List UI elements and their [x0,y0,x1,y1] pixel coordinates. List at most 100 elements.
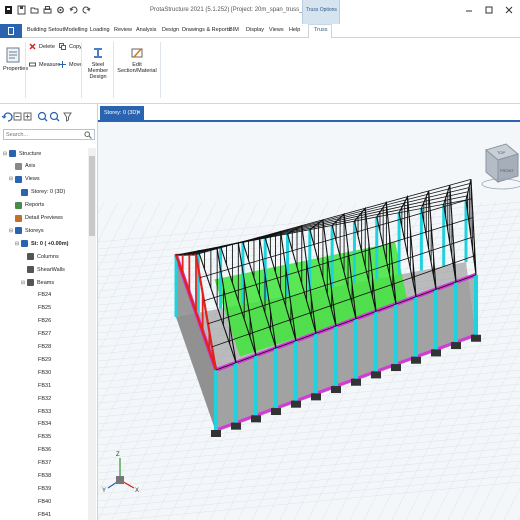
tree-item[interactable]: Columns [0,251,59,262]
close-icon[interactable] [504,5,514,15]
zoom-out-icon[interactable] [49,111,60,122]
columns-icon [27,253,34,261]
tab-views[interactable]: Views [269,27,284,33]
tree-item[interactable]: ⊟ Views [0,174,40,185]
tab-help[interactable]: Help [289,27,300,33]
tree-item[interactable]: FB33 [0,406,51,417]
open-icon[interactable] [30,5,39,15]
tree-scroll-thumb[interactable] [89,156,95,236]
print-icon[interactable] [43,5,52,15]
tab-bim[interactable]: BIM [229,27,239,33]
3d-model-canvas[interactable]: TOP FRONT Z X Y [98,122,520,520]
grid-line [98,201,189,382]
properties-icon [6,47,20,63]
footing [451,342,461,350]
tab-drawings-reports[interactable]: Drawings & Reports [182,27,231,33]
tree-item[interactable]: ShearWalls [0,264,65,275]
tree-item[interactable]: FB37 [0,458,51,469]
zoom-in-icon[interactable] [37,111,48,122]
tree-item[interactable]: FB27 [0,329,51,340]
tab-modelling[interactable]: Modelling [64,27,88,33]
tree-item[interactable]: FB26 [0,316,51,327]
footing [291,400,301,408]
tab-analysis[interactable]: Analysis [136,27,156,33]
tree-item[interactable]: Axis [0,161,35,172]
close-tab-icon[interactable]: ✕ [136,110,141,116]
tree-search-input[interactable] [4,130,84,139]
tree-item-label: FB33 [38,408,52,415]
undo-icon[interactable] [69,5,78,15]
tree-item[interactable]: FB29 [0,354,51,365]
save-icon[interactable] [17,5,26,15]
view-cube[interactable]: TOP FRONT [481,143,520,190]
maximize-icon[interactable] [484,5,494,15]
file-menu-button[interactable] [0,24,22,38]
tree-item[interactable]: FB40 [0,496,51,507]
tab-review[interactable]: Review [114,27,132,33]
tree-item[interactable]: Storey: 0 (3D) [0,187,65,198]
tree-item[interactable]: Reports [0,200,44,211]
detail-icon [15,214,22,222]
tree-item[interactable]: ⊟ Storeys [0,225,44,236]
tree-item[interactable]: FB39 [0,483,51,494]
refresh-icon[interactable] [1,112,13,122]
tree-item[interactable]: ⊟ Beams [0,277,54,288]
tab-loading[interactable]: Loading [90,27,110,33]
tree-item[interactable]: FB34 [0,419,51,430]
tab-display[interactable]: Display [246,27,264,33]
tab-storey-3d[interactable]: Storey: 0 (3D) ✕ [100,106,144,122]
collapse-icon[interactable] [13,112,22,121]
tree-item-label: FB38 [38,473,52,479]
tree-item[interactable]: FB35 [0,432,51,443]
tree-item[interactable]: ⊟ Structure [0,148,41,159]
copy-button[interactable]: Copy [59,43,82,50]
search-icon[interactable] [84,131,92,139]
delete-button[interactable]: Delete [29,43,55,50]
edit-section-material-button[interactable]: Edit Section/Material [116,46,158,74]
tree-toolbar [0,108,98,126]
tree-item[interactable]: FB32 [0,393,51,404]
redo-icon[interactable] [82,5,91,15]
app-logo-icon[interactable] [4,5,13,15]
3d-viewport[interactable]: TOP FRONT Z X Y [98,122,520,520]
tree-item[interactable]: FB28 [0,342,51,353]
axis-x-label: X [135,488,139,494]
tree-item[interactable]: FB41 [0,509,51,520]
tree-expander-icon[interactable]: ⊟ [14,241,20,247]
tree-item[interactable]: FB38 [0,471,51,482]
footing [471,334,481,342]
tree-item[interactable]: Detail Previews [0,213,63,224]
tree-item[interactable]: FB25 [0,303,51,314]
tree-item[interactable]: FB30 [0,367,51,378]
tree-search-box[interactable] [3,129,95,140]
shearwalls-icon [27,266,34,274]
filter-icon[interactable] [63,112,72,122]
tree-item[interactable]: ⊟ St: 0 ( +0.00m) [0,238,68,249]
tree-item[interactable]: FB31 [0,380,51,391]
tree-item-label: FB39 [38,485,52,492]
measure-button[interactable]: Measure [29,61,60,68]
tree-item[interactable]: FB36 [0,445,51,456]
tree-item-label: FB27 [38,331,52,338]
tree-expander-icon[interactable]: ⊟ [8,228,14,234]
tab-design[interactable]: Design [162,27,179,33]
tree-expander-icon[interactable]: ⊟ [2,151,8,157]
expand-icon[interactable] [23,112,32,121]
view-cube-front-label: FRONT [500,168,514,173]
move-button[interactable]: Move [59,61,82,68]
tab-truss[interactable]: Truss [314,27,328,33]
tab-building-setout[interactable]: Building Setout [27,27,64,33]
tree-scrollbar[interactable] [88,148,96,520]
tree-expander-icon[interactable]: ⊟ [8,176,14,182]
tree-item-label: FB35 [38,434,52,441]
beams-icon [27,279,34,286]
steel-member-design-button[interactable]: Steel Member Design [84,46,112,80]
edit-section-material-label: Edit Section/Material [117,62,157,74]
minimize-icon[interactable] [464,5,474,15]
settings-gear-icon[interactable] [56,5,65,15]
tree-expander-icon[interactable]: ⊟ [20,280,26,286]
properties-button[interactable]: Properties [3,46,28,72]
tree-item[interactable]: FB24 [0,290,51,301]
footing [331,386,341,394]
context-tab-group: Truss Options [302,0,340,24]
